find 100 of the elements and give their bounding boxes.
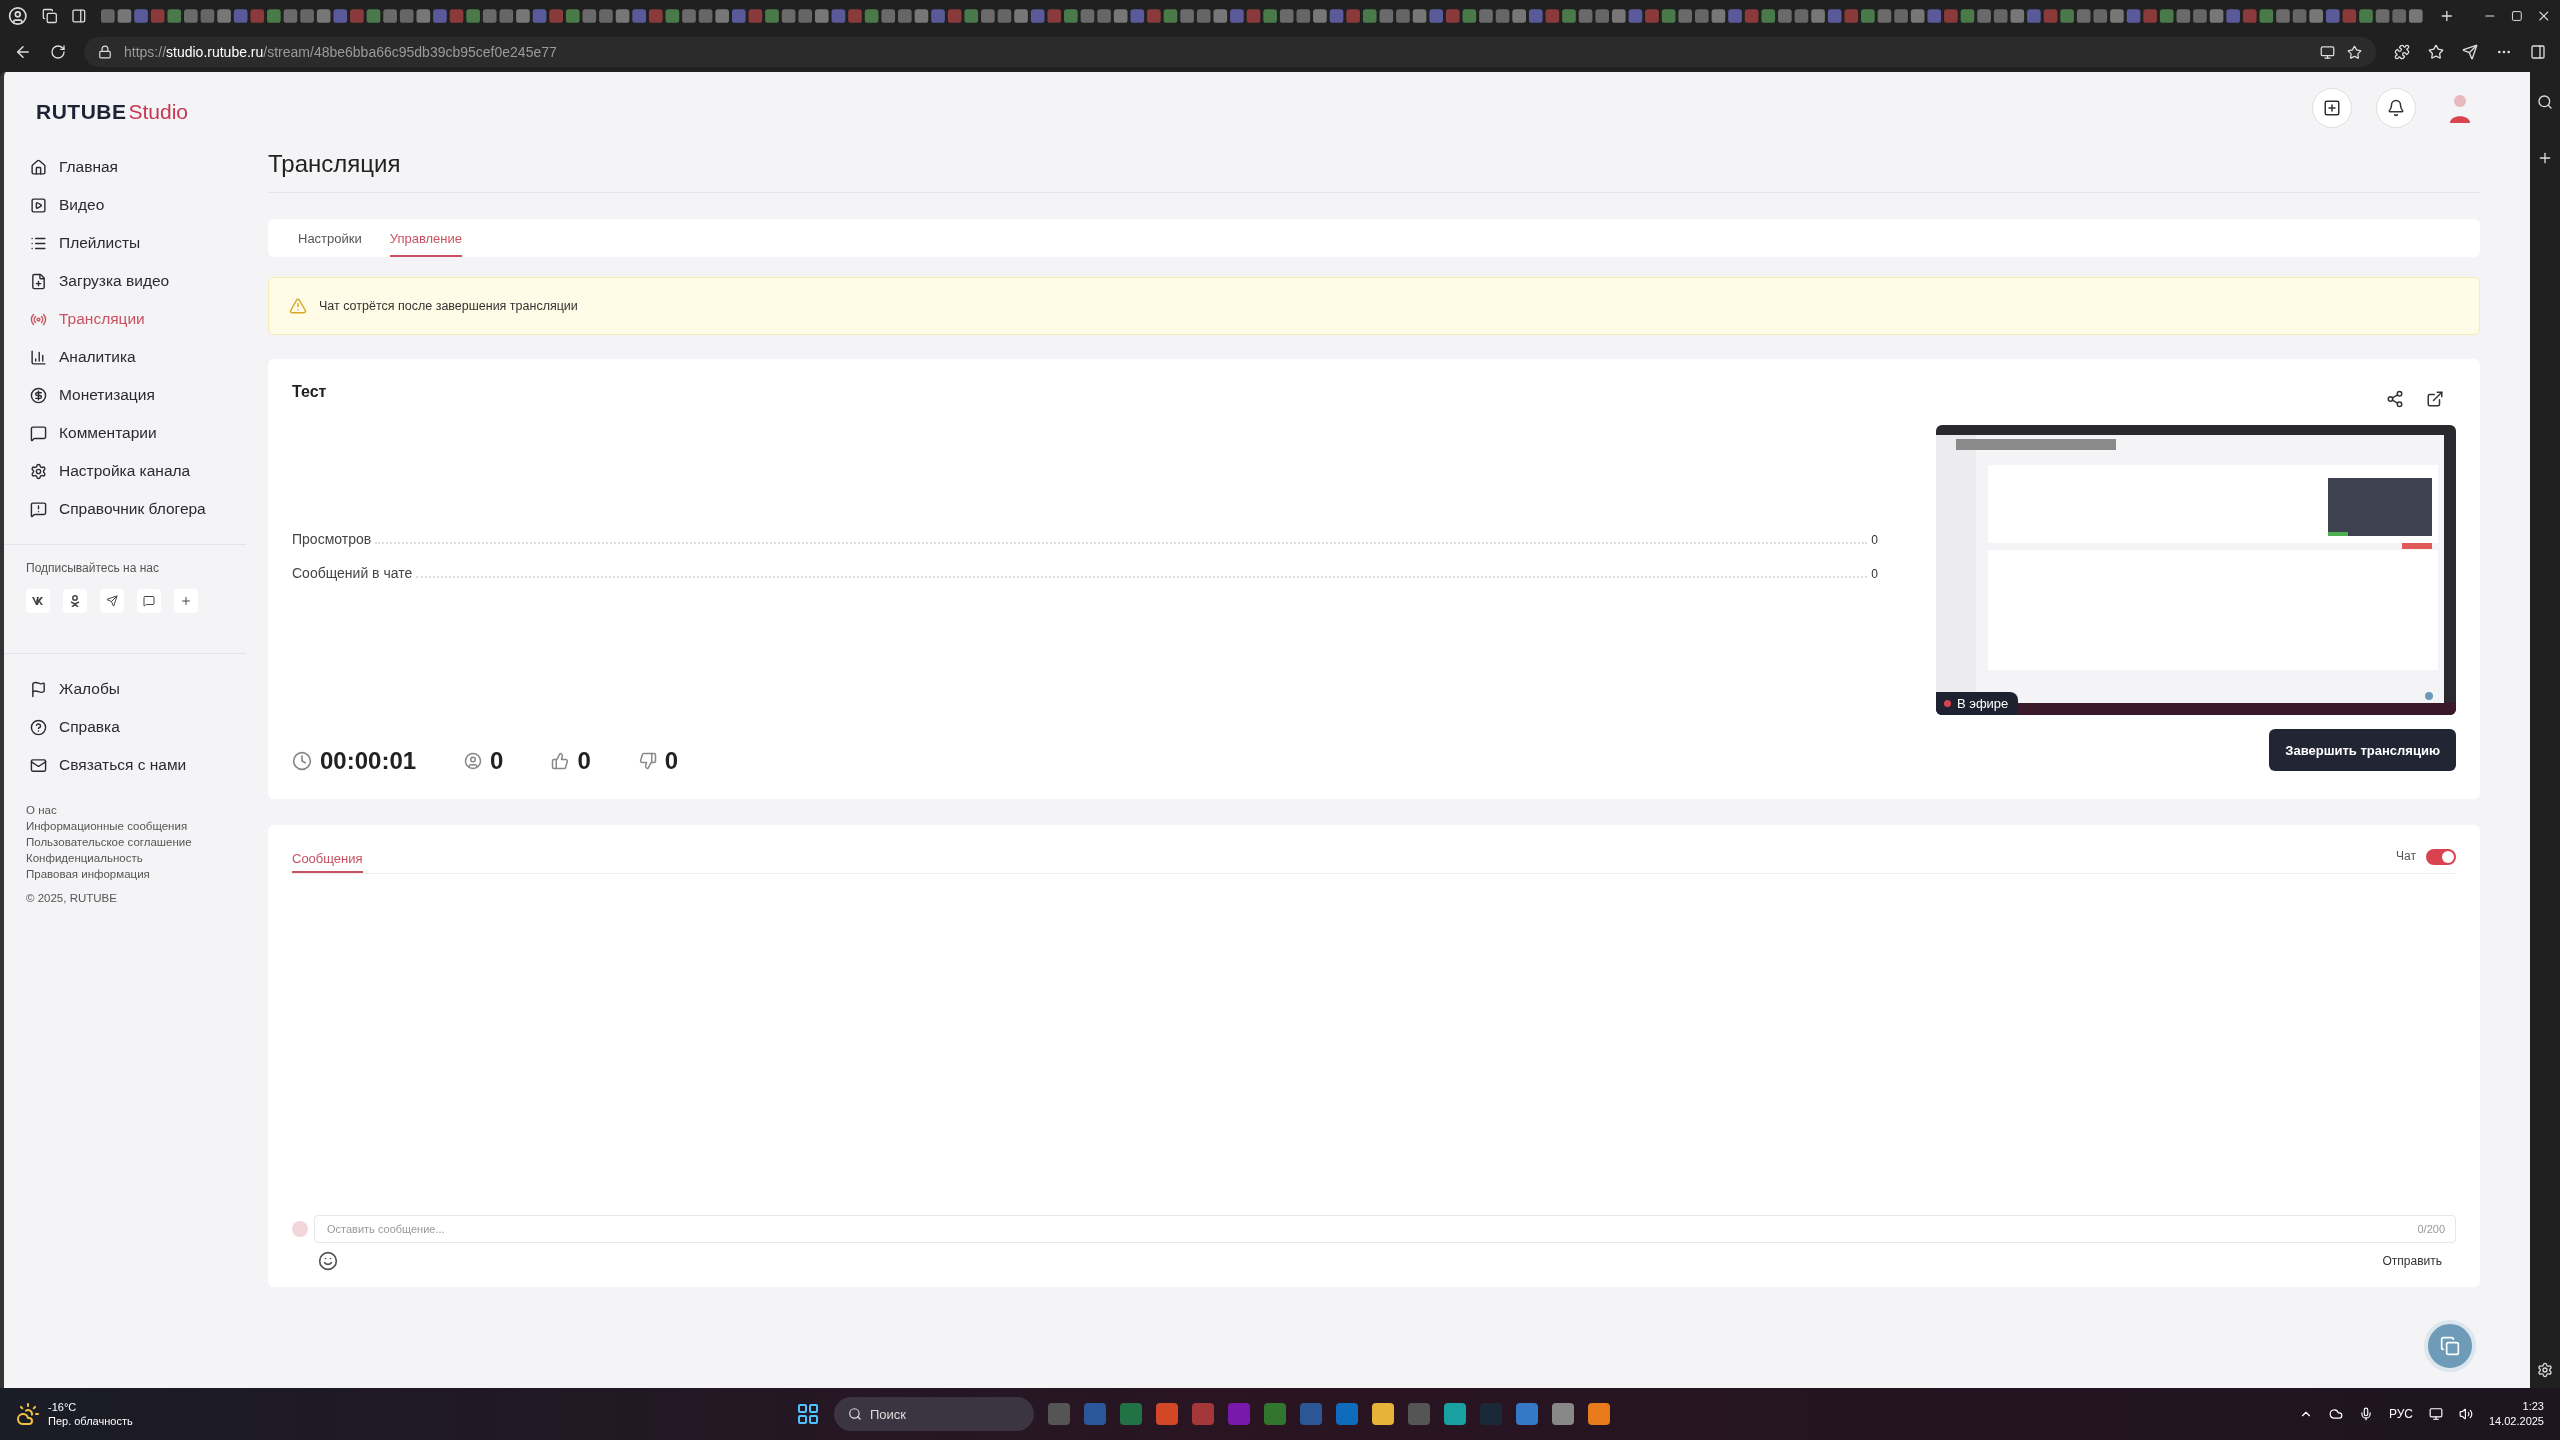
footer-link[interactable]: Конфиденциальность <box>22 850 262 866</box>
stat-value: 0 <box>1871 567 1878 581</box>
thumbs-up-icon <box>551 752 570 770</box>
play-icon <box>30 196 47 214</box>
copyright: © 2025, RUTUBE <box>25 891 118 906</box>
viewer-count: 0 <box>490 747 504 775</box>
nav-item[interactable]: Настройка канала <box>22 452 262 490</box>
stream-title: Тест <box>292 383 328 401</box>
mic-icon[interactable] <box>2358 1407 2373 1421</box>
char-counter: 0/200 <box>2417 1223 2445 1235</box>
tab[interactable]: Настройки <box>298 219 362 257</box>
taskbar-app-icon[interactable] <box>1444 1403 1466 1425</box>
add-video-button[interactable] <box>2312 88 2352 128</box>
help-icon <box>30 718 47 736</box>
network-icon[interactable] <box>2428 1407 2443 1421</box>
weather-text: Пер. облачность <box>48 1414 133 1428</box>
back-icon[interactable] <box>14 43 32 61</box>
taskbar-search[interactable]: Поиск <box>834 1397 1034 1431</box>
file-plus-icon <box>30 272 47 290</box>
extensions-icon[interactable] <box>2394 44 2410 60</box>
taskbar-app-icon[interactable] <box>1516 1403 1538 1425</box>
warning-icon <box>289 297 307 315</box>
nav-item[interactable]: Видео <box>22 186 262 224</box>
taskbar-app-icon[interactable] <box>1372 1403 1394 1425</box>
end-stream-button[interactable]: Завершить трансляцию <box>2269 729 2456 771</box>
nav-item[interactable]: Справочник блогера <box>22 490 262 528</box>
nav-item[interactable]: Плейлисты <box>22 224 262 262</box>
favorites-icon[interactable] <box>2428 44 2444 60</box>
nav-item[interactable]: Главная <box>22 148 262 186</box>
taskbar-app-icon[interactable] <box>1588 1403 1610 1425</box>
search-icon[interactable] <box>2537 94 2553 110</box>
reload-icon[interactable] <box>50 44 66 60</box>
open-external-button[interactable] <box>2426 390 2444 408</box>
nav-item[interactable]: Аналитика <box>22 338 262 376</box>
toggle-label: Чат <box>2396 849 2416 863</box>
nav-item[interactable]: Справка <box>22 708 262 746</box>
panel-icon[interactable] <box>2530 44 2546 60</box>
copy-icon <box>2440 1336 2460 1356</box>
dislike-count: 0 <box>664 747 679 775</box>
info-bubble-icon <box>30 500 47 518</box>
mail-icon <box>30 756 47 774</box>
footer-link[interactable]: Пользовательское соглашение <box>22 834 262 850</box>
tab[interactable]: Управление <box>389 219 463 257</box>
profile-icon[interactable] <box>8 6 28 26</box>
language-indicator[interactable]: РУС <box>2388 1407 2413 1421</box>
nav-item[interactable]: Трансляции <box>22 300 262 338</box>
live-badge: В эфире <box>1936 692 2019 715</box>
nav-item[interactable]: Комментарии <box>22 414 262 452</box>
tabs-icon[interactable] <box>41 8 58 24</box>
share-button[interactable] <box>2386 390 2404 408</box>
chart-icon <box>30 348 47 366</box>
start-icon[interactable] <box>796 1402 820 1426</box>
telegram-icon[interactable] <box>100 589 124 613</box>
address-bar[interactable]: https://studio.rutube.ru/stream/48be6bba66c95db39cb95cef0e245e77 <box>84 37 2376 67</box>
sidebar-icon[interactable] <box>71 8 87 24</box>
warning-text: Чат сотрётся после завершения трансляции <box>319 299 578 313</box>
cloud-icon[interactable] <box>2328 1407 2343 1421</box>
emoji-button[interactable] <box>318 1251 338 1271</box>
add-icon[interactable] <box>2537 150 2553 166</box>
footer-link[interactable]: Правовая информация <box>22 866 262 882</box>
footer-link[interactable]: Информационные сообщения <box>22 818 262 834</box>
ok-icon[interactable] <box>63 589 87 613</box>
volume-icon[interactable] <box>2458 1407 2473 1421</box>
weather-icon[interactable] <box>16 1402 40 1426</box>
url-text: https://studio.rutube.ru/stream/48be6bba66c95db39cb95cef0e245e77 <box>124 44 557 60</box>
tab[interactable]: Сообщения <box>292 849 363 873</box>
flag-icon <box>30 680 47 698</box>
bell-icon <box>2387 99 2405 117</box>
taskbar-app-icon[interactable] <box>1156 1403 1178 1425</box>
stat-value: 0 <box>1871 533 1878 547</box>
send-button[interactable]: Отправить <box>2382 1254 2442 1268</box>
nav-item[interactable]: Связаться с нами <box>22 746 262 784</box>
clock[interactable]: 1:23 14.02.2025 <box>2488 1399 2544 1429</box>
taskbar-app-icon[interactable] <box>1552 1403 1574 1425</box>
nav-item[interactable]: Монетизация <box>22 376 262 414</box>
support-button[interactable] <box>2424 1320 2476 1372</box>
rutube-studio-logo[interactable]: RUTUBEStudio <box>36 100 262 124</box>
clock-icon <box>292 751 312 771</box>
avatar-icon <box>292 1221 308 1237</box>
chat-icon <box>30 424 47 442</box>
settings-icon <box>30 462 47 480</box>
temperature: -16°C <box>48 1400 78 1414</box>
coin-icon <box>30 386 47 404</box>
nav-item[interactable]: Загрузка видео <box>22 262 262 300</box>
chat-toggle[interactable] <box>2426 849 2456 865</box>
stream-timer: 00:00:01 <box>320 747 417 775</box>
home-icon <box>30 158 47 176</box>
settings-icon[interactable] <box>2537 1362 2553 1378</box>
screen-icon[interactable] <box>2320 44 2335 60</box>
square-plus-icon <box>2323 99 2341 117</box>
taskbar-app-icon[interactable] <box>1336 1403 1358 1425</box>
nav-item[interactable]: Жалобы <box>22 670 262 708</box>
footer-link[interactable]: О нас <box>22 802 262 818</box>
new-tab-icon[interactable] <box>2439 8 2455 24</box>
viewer-icon <box>464 752 483 770</box>
notifications-button[interactable] <box>2376 88 2416 128</box>
more-social-icon[interactable] <box>174 589 198 613</box>
maximize-icon[interactable] <box>2510 10 2523 22</box>
favorite-star-icon[interactable] <box>2347 44 2362 60</box>
vk-icon[interactable] <box>26 589 50 613</box>
